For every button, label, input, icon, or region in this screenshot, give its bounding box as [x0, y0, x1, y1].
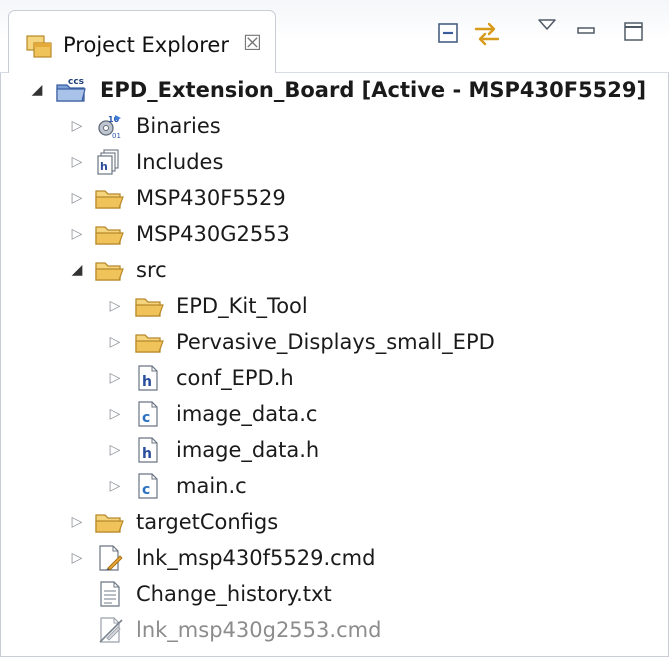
- collapsed-arrow-icon[interactable]: ▷: [70, 108, 84, 144]
- tree-item-epd-kit-tool[interactable]: ▷ EPD_Kit_Tool: [0, 288, 669, 324]
- tree-item-label: targetConfigs: [136, 510, 279, 534]
- folder-icon: [134, 328, 164, 356]
- tree-item-conf-epd-h[interactable]: ▷ h conf_EPD.h: [0, 360, 669, 396]
- tree-item-lnk-msp430f5529[interactable]: ▷ lnk_msp430f5529.cmd: [0, 540, 669, 576]
- svg-text:h: h: [100, 160, 108, 173]
- tree-item-label: conf_EPD.h: [176, 366, 294, 390]
- minimize-icon[interactable]: [575, 20, 597, 46]
- folder-icon: [94, 220, 124, 248]
- collapsed-arrow-icon[interactable]: ▷: [108, 396, 122, 432]
- tree-item-lnk-msp430g2553[interactable]: lnk_msp430g2553.cmd: [0, 612, 669, 648]
- header-file-icon: h: [136, 364, 164, 392]
- tree-item-label: lnk_msp430g2553.cmd: [136, 618, 382, 642]
- tab-label: Project Explorer: [63, 33, 229, 57]
- tree-item-label: image_data.c: [176, 402, 318, 426]
- tree-item-msp430g2553[interactable]: ▷ MSP430G2553: [0, 216, 669, 252]
- svg-text:c: c: [142, 410, 150, 426]
- tree-item-label: Pervasive_Displays_small_EPD: [176, 330, 495, 354]
- close-icon[interactable]: ☒: [243, 31, 262, 55]
- tree-item-msp430f5529[interactable]: ▷ MSP430F5529: [0, 180, 669, 216]
- c-file-icon: c: [136, 472, 164, 500]
- tree-item-pervasive-displays[interactable]: ▷ Pervasive_Displays_small_EPD: [0, 324, 669, 360]
- maximize-icon[interactable]: [622, 20, 646, 48]
- tree-item-image-data-h[interactable]: ▷ h image_data.h: [0, 432, 669, 468]
- link-with-editor-icon[interactable]: [472, 20, 502, 52]
- collapse-all-icon[interactable]: [436, 20, 462, 50]
- tree-item-src[interactable]: ◢ src: [0, 252, 669, 288]
- tree-item-target-configs[interactable]: ▷ targetConfigs: [0, 504, 669, 540]
- ccs-project-icon: ccs: [54, 76, 86, 104]
- tree-item-label: lnk_msp430f5529.cmd: [136, 546, 376, 570]
- collapsed-arrow-icon[interactable]: ▷: [108, 432, 122, 468]
- collapsed-arrow-icon[interactable]: ▷: [108, 324, 122, 360]
- header-file-icon: h: [136, 436, 164, 464]
- tree-root-project[interactable]: ◢ ccs EPD_Extension_Board [Active - MSP4…: [0, 72, 669, 108]
- expanded-arrow-icon[interactable]: ◢: [70, 252, 84, 288]
- tree-item-label: MSP430F5529: [136, 186, 286, 210]
- svg-text:h: h: [142, 446, 152, 462]
- tree-item-binaries[interactable]: ▷ 10 01 Binaries: [0, 108, 669, 144]
- collapsed-arrow-icon[interactable]: ▷: [70, 540, 84, 576]
- binaries-icon: 10 01: [94, 112, 122, 140]
- collapsed-arrow-icon[interactable]: ▷: [70, 180, 84, 216]
- linker-cmd-icon: [96, 544, 124, 572]
- tree-item-label: MSP430G2553: [136, 222, 290, 246]
- collapsed-arrow-icon[interactable]: ▷: [70, 504, 84, 540]
- tree-item-label: src: [136, 258, 167, 282]
- view-tab-bar: Project Explorer ☒: [0, 0, 669, 73]
- tree-item-main-c[interactable]: ▷ c main.c: [0, 468, 669, 504]
- tree-item-label: EPD_Kit_Tool: [176, 294, 308, 318]
- svg-text:01: 01: [112, 132, 121, 140]
- folder-icon: [134, 292, 164, 320]
- collapsed-arrow-icon[interactable]: ▷: [108, 360, 122, 396]
- project-explorer-icon: [25, 33, 53, 65]
- tree-item-image-data-c[interactable]: ▷ c image_data.c: [0, 396, 669, 432]
- folder-icon: [94, 256, 124, 284]
- collapsed-arrow-icon[interactable]: ▷: [108, 468, 122, 504]
- svg-text:h: h: [142, 374, 152, 390]
- folder-icon: [94, 184, 124, 212]
- tree-item-label: image_data.h: [176, 438, 320, 462]
- project-explorer-tab[interactable]: Project Explorer ☒: [8, 10, 276, 73]
- collapsed-arrow-icon[interactable]: ▷: [108, 288, 122, 324]
- tree-item-label: Includes: [136, 150, 224, 174]
- expanded-arrow-icon[interactable]: ◢: [30, 72, 44, 108]
- includes-icon: h: [94, 148, 122, 176]
- project-name-label: EPD_Extension_Board [Active - MSP430F552…: [100, 78, 647, 102]
- svg-text:c: c: [142, 482, 150, 498]
- tree-item-change-history[interactable]: Change_history.txt: [0, 576, 669, 612]
- tree-item-includes[interactable]: ▷ h Includes: [0, 144, 669, 180]
- folder-icon: [94, 508, 124, 536]
- tree-item-label: Binaries: [136, 114, 221, 138]
- svg-text:ccs: ccs: [68, 77, 84, 87]
- collapsed-arrow-icon[interactable]: ▷: [70, 216, 84, 252]
- tree-item-label: main.c: [176, 474, 247, 498]
- c-file-icon: c: [136, 400, 164, 428]
- collapsed-arrow-icon[interactable]: ▷: [70, 144, 84, 180]
- text-file-icon: [98, 580, 126, 608]
- excluded-cmd-icon: [98, 616, 126, 644]
- view-menu-icon[interactable]: [536, 16, 558, 40]
- tree-item-label: Change_history.txt: [136, 582, 332, 606]
